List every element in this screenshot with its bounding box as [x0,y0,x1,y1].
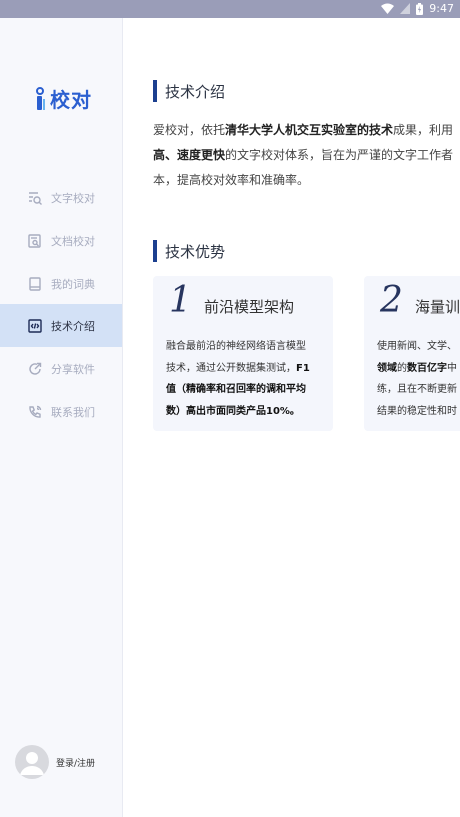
heading-accent-bar [153,240,157,262]
intro-line: 本，提高校对效率和准确率。 [153,168,460,193]
login-label: 登录/注册 [56,758,96,769]
sidebar-item-tech-intro[interactable]: 技术介绍 [0,304,122,347]
card-body: 使用新闻、文学、 领域的数百亿字中 练，且在不断更新 结果的稳定性和时 [377,336,460,422]
book-icon [27,276,43,292]
intro-line: 高、速度更快的文字校对体系，旨在为严谨的文字工作者 [153,143,460,168]
sidebar-item-label: 我的词典 [51,277,95,291]
sidebar-item-dictionary[interactable]: 我的词典 [0,262,122,305]
card-title: 海量训 [415,298,460,316]
card-body: 融合最前沿的神经网络语言模型 技术，通过公开数据集测试，F1 值（精确率和召回率… [166,336,334,422]
section-title: 技术优势 [165,242,226,261]
card-text: 融合最前沿的神经网络语言模型 [166,341,306,352]
intro-text: 的文字校对体系，旨在为严谨的文字工作者 [225,148,454,162]
tech-advantage-heading: 技术优势 [153,240,225,262]
card-text: 练，且在不断更新 [377,384,457,395]
status-bar: 9:47 [0,0,460,18]
card-number: 1 [169,280,192,321]
card-text: 结果的稳定性和时 [377,405,457,417]
share-icon [27,361,43,377]
avatar [15,745,49,779]
sidebar-item-contact[interactable]: 联系我们 [0,390,122,433]
text-search-icon [27,190,43,206]
intro-highlight: 高、速度更快 [153,148,226,162]
sidebar-item-label: 联系我们 [51,405,95,419]
code-icon [27,318,43,334]
heading-accent-bar [153,80,157,102]
sidebar: 校对 文字校对 文档校对 我的词典 技术介绍 分享软件 联系我们 登录/注册 [0,18,123,817]
section-title: 技术介绍 [165,82,226,101]
status-time: 9:47 [429,2,454,15]
sidebar-item-label: 分享软件 [51,362,95,376]
card-highlight: 值（精确率和召回率的调和平均 [166,384,306,395]
card-highlight: 数百亿字 [407,362,447,374]
user-icon [20,752,44,775]
card-text: 技术，通过公开数据集测试， [166,362,296,374]
card-highlight: F1 [296,362,310,374]
battery-icon [416,2,424,15]
document-search-icon [27,233,43,249]
card-title: 前沿模型架构 [204,298,295,316]
card-text: 的 [397,362,407,374]
login-register-button[interactable]: 登录/注册 [15,745,95,779]
tech-intro-paragraph: 爱校对，依托清华大学人机交互实验室的技术成果，利用 高、速度更快的文字校对体系，… [153,118,460,193]
card-highlight: 领域 [377,362,397,374]
card-text-line: 技术，通过公开数据集测试，F1 [166,358,334,380]
intro-highlight: 清华大学人机交互实验室的技术 [225,123,394,137]
intro-text: 本，提高校对效率和准确率。 [153,173,310,187]
phone-icon [27,404,43,420]
sidebar-item-share[interactable]: 分享软件 [0,347,122,390]
sidebar-item-doc-proofread[interactable]: 文档校对 [0,219,122,262]
tech-intro-heading: 技术介绍 [153,80,225,102]
card-number: 2 [380,280,403,321]
card-highlight: 数）高出市面同类产品10%。 [166,405,300,417]
sidebar-item-label: 文字校对 [51,191,95,205]
logo-text: 校对 [50,88,92,112]
sidebar-item-label: 文档校对 [51,234,95,248]
main-content: 技术介绍 爱校对，依托清华大学人机交互实验室的技术成果，利用 高、速度更快的文字… [123,18,460,817]
card-text: 中 [447,362,457,374]
signal-icon [400,3,411,14]
intro-line: 爱校对，依托清华大学人机交互实验室的技术成果，利用 [153,118,460,143]
sidebar-item-text-proofread[interactable]: 文字校对 [0,176,122,219]
advantage-card-2: 2 海量训 使用新闻、文学、 领域的数百亿字中 练，且在不断更新 结果的稳定性和… [364,276,460,431]
advantage-card-1: 1 前沿模型架构 融合最前沿的神经网络语言模型 技术，通过公开数据集测试，F1 … [153,276,333,431]
intro-text: 爱校对，依托 [153,123,226,137]
sidebar-item-label: 技术介绍 [51,319,95,333]
card-text-line: 领域的数百亿字中 [377,358,460,380]
app-logo: 校对 [34,84,92,113]
intro-text: 成果，利用 [393,123,454,137]
card-text: 使用新闻、文学、 [377,341,457,352]
wifi-icon [381,3,395,14]
logo-mark-icon [36,86,45,110]
